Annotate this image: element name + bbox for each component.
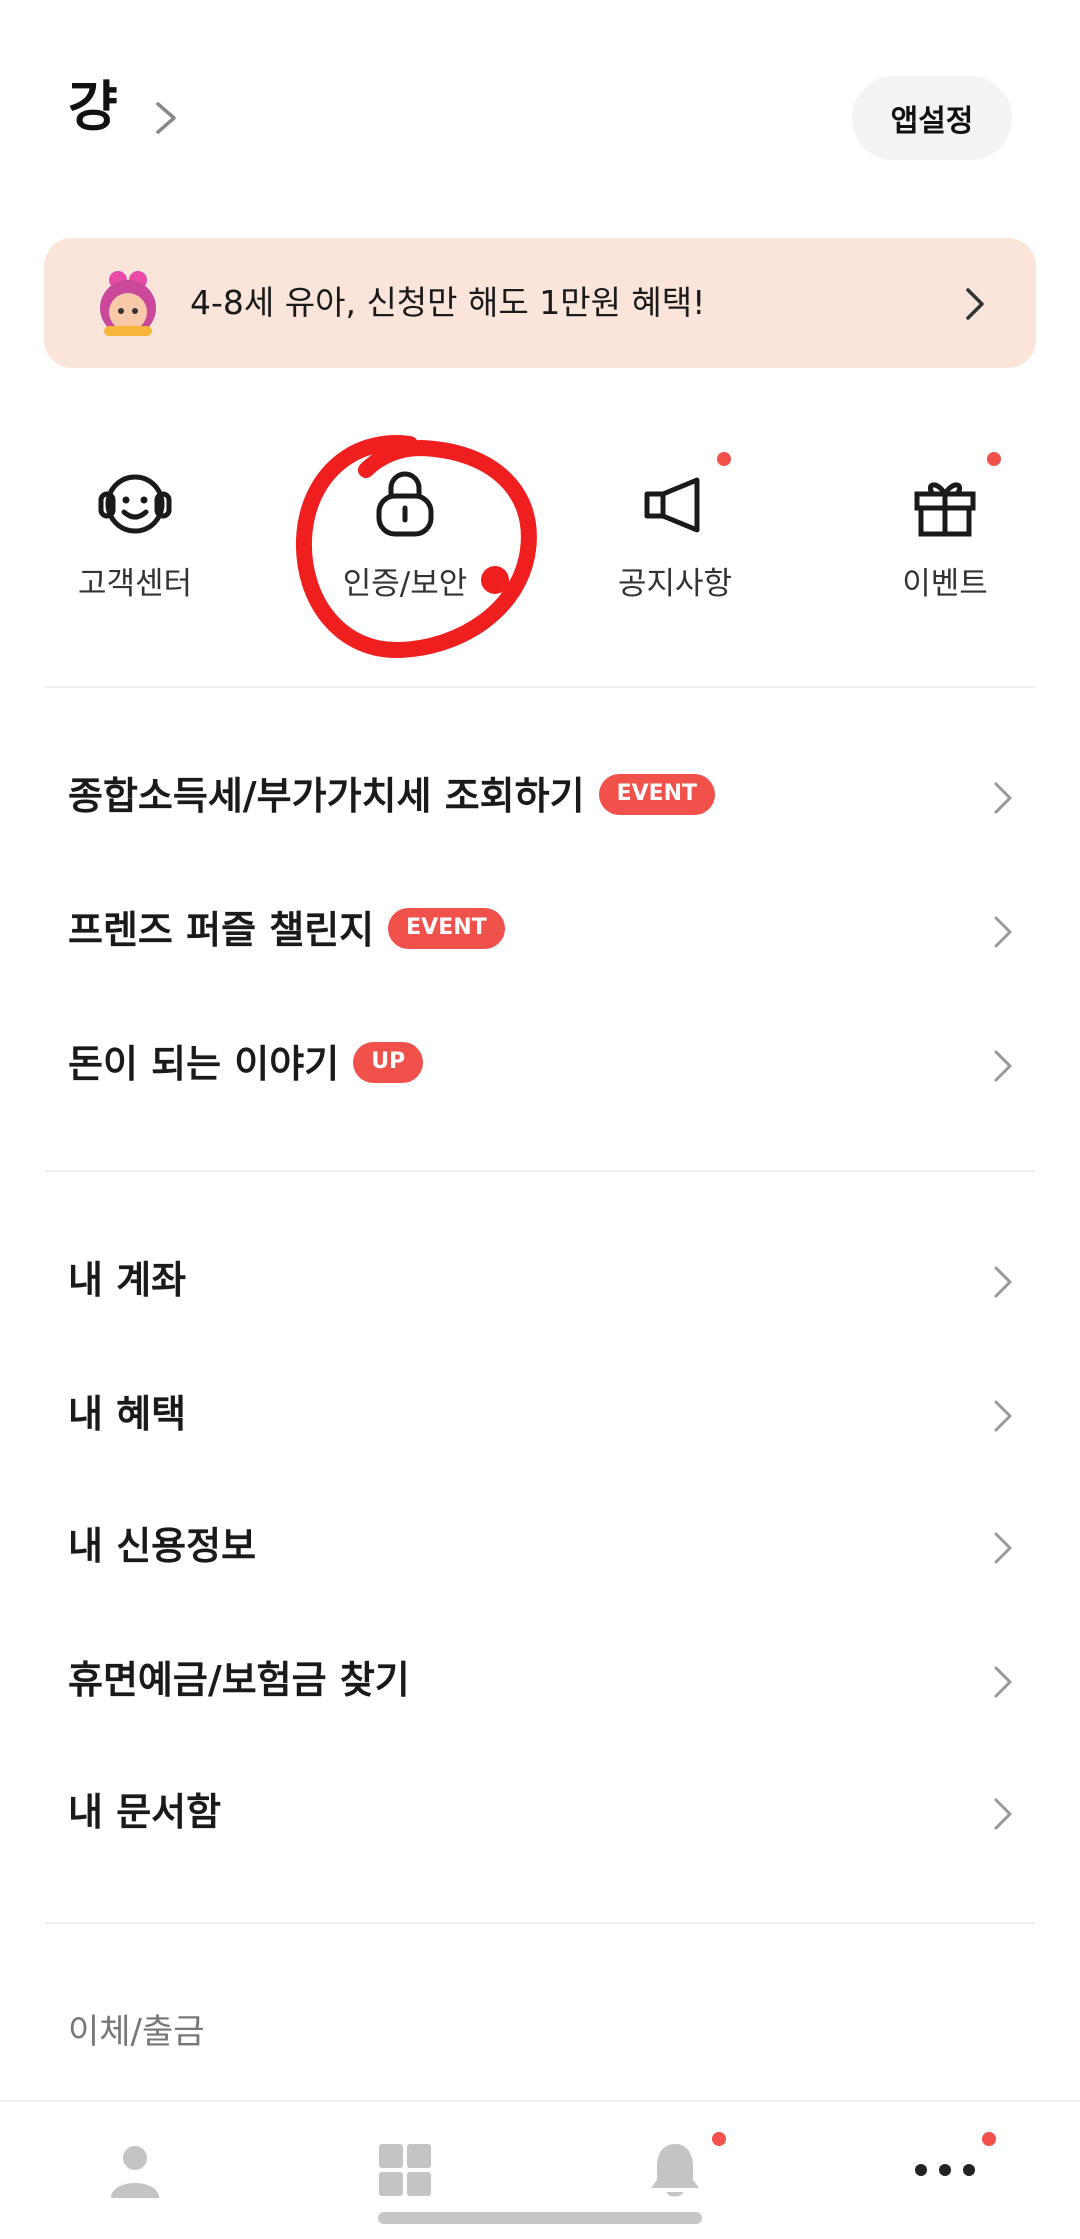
notification-dot — [712, 2132, 726, 2146]
headset-icon — [98, 474, 172, 534]
quick-item-label: 이벤트 — [902, 566, 988, 602]
menu-label: 내 혜택 — [68, 1392, 187, 1436]
megaphone-icon — [644, 477, 700, 533]
notification-dot — [982, 2132, 996, 2146]
menu-label: 돈이 되는 이야기 UP — [68, 1040, 424, 1089]
menu-label: 종합소득세/부가가치세 조회하기 EVENT — [68, 772, 716, 821]
menu-row-dormant-deposits[interactable]: 휴면예금/보험금 찾기 — [0, 1626, 1080, 1736]
tab-more[interactable] — [810, 2102, 1080, 2232]
lock-icon — [376, 471, 434, 537]
quick-item-label: 인증/보안 — [342, 566, 468, 602]
grid-icon — [379, 2144, 431, 2196]
menu-row-my-credit[interactable]: 내 신용정보 — [0, 1492, 1080, 1602]
quick-item-customer-center[interactable]: 고객센터 — [35, 440, 235, 630]
menu-row-my-documents[interactable]: 내 문서함 — [0, 1758, 1080, 1868]
bell-icon — [651, 2144, 699, 2197]
chevron-right-icon — [994, 916, 1012, 948]
app-settings-button[interactable]: 앱설정 — [852, 76, 1012, 160]
chevron-right-icon — [994, 1666, 1012, 1698]
menu-row-friends-puzzle[interactable]: 프렌즈 퍼즐 챌린지 EVENT — [0, 876, 1080, 986]
chevron-right-icon — [994, 1266, 1012, 1298]
user-name[interactable]: 걍 — [68, 80, 118, 134]
chevron-right-icon[interactable] — [150, 98, 182, 138]
up-badge: UP — [353, 1042, 424, 1083]
menu-row-my-benefits[interactable]: 내 혜택 — [0, 1360, 1080, 1470]
notification-dot — [717, 452, 731, 466]
chevron-right-icon — [994, 782, 1012, 814]
menu-row-money-stories[interactable]: 돈이 되는 이야기 UP — [0, 1010, 1080, 1120]
promo-banner[interactable]: 4-8세 유아, 신청만 해도 1만원 혜택! — [44, 238, 1036, 368]
menu-row-tax-inquiry[interactable]: 종합소득세/부가가치세 조회하기 EVENT — [0, 742, 1080, 852]
chevron-right-icon — [994, 1400, 1012, 1432]
divider — [44, 686, 1036, 688]
quick-item-label: 공지사항 — [617, 566, 733, 602]
character-icon — [100, 271, 156, 336]
quick-item-events[interactable]: 이벤트 — [845, 440, 1045, 630]
event-badge: EVENT — [388, 908, 505, 949]
quick-item-notices[interactable]: 공지사항 — [575, 440, 775, 630]
section-transfer-label: 이체/출금 — [68, 2012, 205, 2052]
person-icon — [111, 2146, 159, 2198]
menu-row-my-account[interactable]: 내 계좌 — [0, 1226, 1080, 1336]
chevron-right-icon — [994, 1050, 1012, 1082]
menu-label: 휴면예금/보험금 찾기 — [68, 1658, 410, 1702]
header: 걍 앱설정 — [0, 0, 1080, 200]
tab-profile[interactable] — [0, 2102, 270, 2232]
menu-label: 프렌즈 퍼즐 챌린지 EVENT — [68, 906, 505, 955]
chevron-right-icon — [994, 1532, 1012, 1564]
menu-label: 내 신용정보 — [68, 1524, 257, 1568]
quick-item-label: 고객센터 — [77, 566, 193, 602]
notification-dot — [987, 452, 1001, 466]
chevron-right-icon — [994, 1798, 1012, 1830]
chevron-right-icon — [966, 288, 984, 320]
divider — [44, 1922, 1036, 1924]
banner-text: 4-8세 유아, 신청만 해도 1만원 혜택! — [190, 283, 706, 322]
menu-label: 내 계좌 — [68, 1258, 187, 1302]
quick-item-auth-security[interactable]: 인증/보안 — [305, 440, 505, 630]
menu-label: 내 문서함 — [68, 1790, 222, 1834]
more-icon — [915, 2164, 975, 2176]
quick-menu: 고객센터 인증/보안 공지사항 이벤트 — [0, 440, 1080, 640]
gift-icon — [914, 482, 976, 537]
home-indicator — [378, 2212, 702, 2224]
divider — [44, 1170, 1036, 1172]
event-badge: EVENT — [598, 774, 716, 815]
